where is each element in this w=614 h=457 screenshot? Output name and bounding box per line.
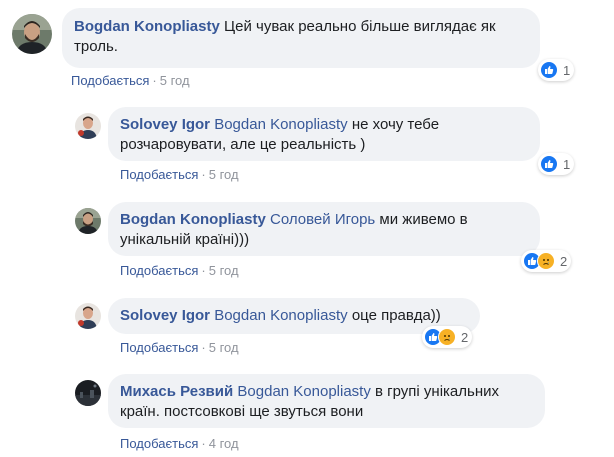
- reaction-count: 2: [461, 329, 469, 345]
- separator: ·: [201, 167, 206, 182]
- like-link[interactable]: Подобається: [71, 73, 149, 88]
- comment-text-line2: троль.: [74, 38, 118, 55]
- sad-reaction-icon: [537, 252, 555, 270]
- comment-author[interactable]: Михась Резвий: [120, 383, 233, 400]
- avatar[interactable]: [75, 303, 101, 329]
- avatar[interactable]: [75, 208, 101, 234]
- comment-meta: Подобається · 4 год: [120, 436, 239, 452]
- avatar-photo-icon: [75, 380, 101, 406]
- reaction-summary[interactable]: 2: [422, 326, 473, 348]
- comment-text-line1: ми живемо в: [379, 211, 468, 228]
- avatar-photo-icon: [75, 208, 101, 234]
- like-reaction-icon: [540, 155, 558, 173]
- timestamp[interactable]: 5 год: [209, 167, 239, 182]
- separator: ·: [152, 73, 157, 88]
- comment-meta: Подобається · 5 год: [71, 73, 190, 89]
- comment-author[interactable]: Solovey Igor: [120, 307, 210, 324]
- timestamp[interactable]: 4 год: [209, 436, 239, 451]
- reaction-count: 1: [563, 156, 571, 172]
- reaction-count: 1: [563, 62, 571, 78]
- timestamp[interactable]: 5 год: [160, 73, 190, 88]
- avatar[interactable]: [12, 14, 52, 54]
- comment-meta: Подобається · 5 год: [120, 340, 239, 356]
- comment-meta: Подобається · 5 год: [120, 263, 239, 279]
- like-link[interactable]: Подобається: [120, 263, 198, 278]
- timestamp[interactable]: 5 год: [209, 340, 239, 355]
- like-link[interactable]: Подобається: [120, 436, 198, 451]
- like-reaction-icon: [540, 61, 558, 79]
- comment-text-line2: унікальній країні))): [120, 231, 250, 248]
- mention-link[interactable]: Bogdan Konopliasty: [214, 307, 347, 324]
- timestamp[interactable]: 5 год: [209, 263, 239, 278]
- mention-link[interactable]: Bogdan Konopliasty: [214, 116, 347, 133]
- comment-text-line1: не хочу тебе: [351, 116, 440, 133]
- avatar[interactable]: [75, 113, 101, 139]
- comment-meta: Подобається · 5 год: [120, 167, 239, 183]
- like-link[interactable]: Подобається: [120, 340, 198, 355]
- comment-text-line1: оце правда)): [351, 307, 441, 324]
- reaction-summary[interactable]: 1: [538, 59, 575, 81]
- mention-link[interactable]: Bogdan Konopliasty: [237, 383, 370, 400]
- comment-text-line2: країн. постсовкові ще звуться вони: [120, 403, 364, 420]
- like-link[interactable]: Подобається: [120, 167, 198, 182]
- avatar-photo-icon: [75, 303, 101, 329]
- separator: ·: [201, 436, 206, 451]
- sad-reaction-icon: [438, 328, 456, 346]
- comment-text-line1: в групі унікальних: [375, 383, 499, 400]
- comment-author[interactable]: Bogdan Konopliasty: [74, 18, 220, 35]
- mention-link[interactable]: Соловей Игорь: [270, 211, 375, 228]
- reaction-count: 2: [560, 253, 568, 269]
- avatar[interactable]: [75, 380, 101, 406]
- comment-bubble: Михась Резвий Bogdan Konopliasty в групі…: [108, 374, 545, 428]
- comment-bubble: Bogdan Konopliasty Соловей Игорь ми живе…: [108, 202, 540, 256]
- comment-author[interactable]: Bogdan Konopliasty: [120, 211, 266, 228]
- separator: ·: [201, 263, 206, 278]
- comment-text-line2: розчаровувати, але це реальність ): [120, 136, 366, 153]
- avatar-photo-icon: [75, 113, 101, 139]
- comment-text-line1: Цей чувак реально більше виглядає як: [224, 18, 496, 35]
- reaction-summary[interactable]: 2: [521, 250, 572, 272]
- comment-author[interactable]: Solovey Igor: [120, 116, 210, 133]
- comment-bubble: Solovey Igor Bogdan Konopliasty не хочу …: [108, 107, 540, 161]
- avatar-photo-icon: [12, 14, 52, 54]
- separator: ·: [201, 340, 206, 355]
- reaction-summary[interactable]: 1: [538, 153, 575, 175]
- comment-bubble: Bogdan Konopliasty Цей чувак реально біл…: [62, 8, 540, 68]
